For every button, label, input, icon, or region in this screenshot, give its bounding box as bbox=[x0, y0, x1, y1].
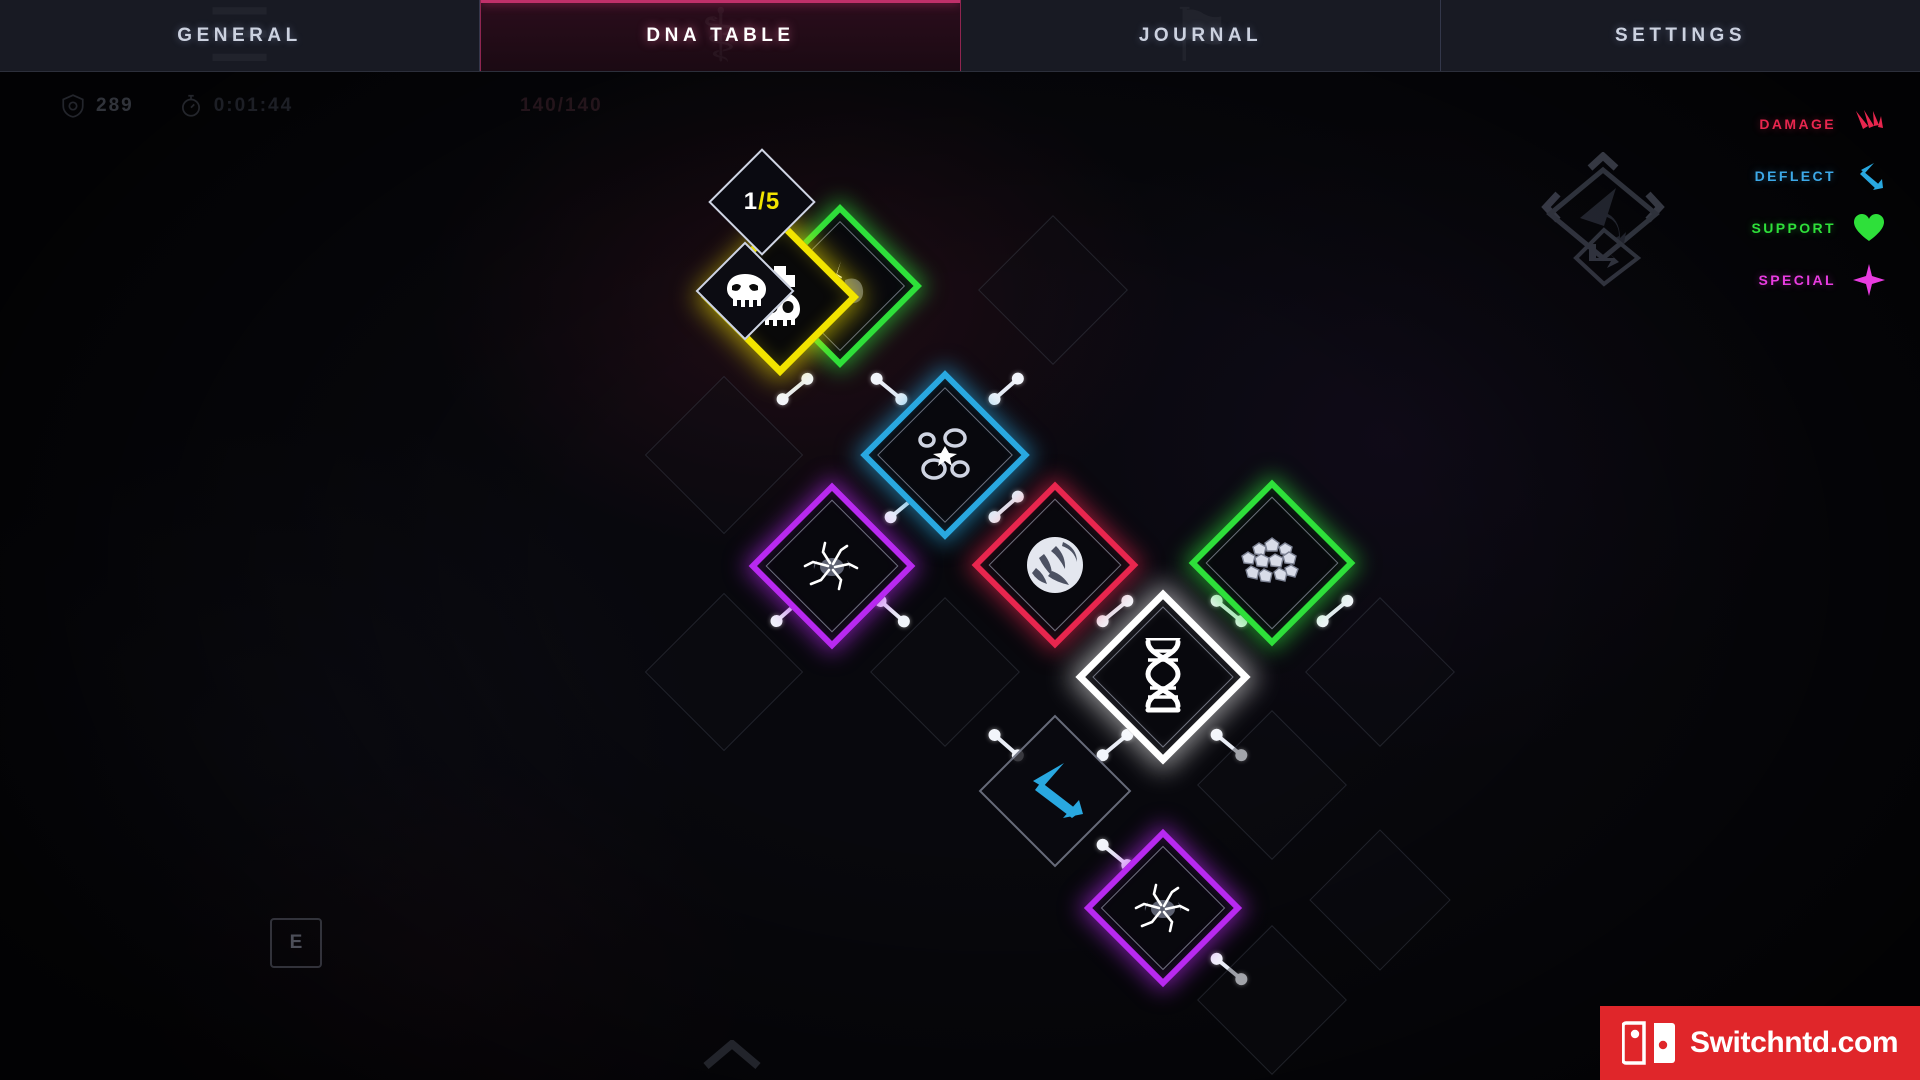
hud-health-value: 140/140 bbox=[520, 95, 603, 116]
tab-journal[interactable]: ⚑JOURNAL bbox=[961, 0, 1441, 71]
hud-timer: 0:01:44 bbox=[178, 93, 294, 119]
node-deflect-arrow[interactable] bbox=[978, 714, 1132, 868]
node-counter-text: 1/5 bbox=[726, 166, 798, 238]
hud-stats: 289 0:01:44 bbox=[60, 88, 293, 124]
hud-health: 140/140 bbox=[520, 88, 603, 124]
empty-node[interactable] bbox=[1197, 925, 1347, 1075]
node-link bbox=[774, 370, 816, 408]
category-legend: DAMAGE DEFLECT SUPPORT SPECIAL bbox=[1726, 98, 1886, 306]
legend-label: DAMAGE bbox=[1759, 116, 1836, 132]
damage-slash-icon bbox=[1852, 107, 1886, 141]
deflect-arrow-icon bbox=[1852, 159, 1886, 193]
empty-node[interactable] bbox=[1309, 829, 1451, 971]
special-spark-icon bbox=[1852, 263, 1886, 297]
counter-max: 5 bbox=[765, 188, 781, 215]
tab-label: SETTINGS bbox=[1614, 24, 1746, 46]
legend-row-special: SPECIAL bbox=[1726, 254, 1886, 306]
hex-dome-icon bbox=[1213, 504, 1331, 622]
tab-dna-table[interactable]: ⚕DNA TABLE bbox=[480, 0, 961, 71]
node-navigation-widget[interactable] bbox=[1528, 151, 1678, 292]
tab-active-indicator bbox=[481, 0, 960, 3]
watermark-text: Switchntd.com bbox=[1690, 1026, 1899, 1059]
tab-settings[interactable]: SETTINGS bbox=[1441, 0, 1920, 71]
stopwatch-icon bbox=[181, 94, 200, 117]
legend-row-deflect: DEFLECT bbox=[1726, 150, 1886, 202]
game-screen: ☰GENERAL⚕DNA TABLE⚑JOURNAL SETTINGS 289 0… bbox=[0, 0, 1920, 1080]
site-watermark: Switchntd.com bbox=[1600, 1006, 1920, 1080]
tab-general[interactable]: ☰GENERAL bbox=[0, 0, 480, 71]
skull-icon bbox=[712, 258, 778, 324]
legend-row-damage: DAMAGE bbox=[1726, 98, 1886, 150]
key-hint-label: E bbox=[289, 932, 303, 953]
hud-currency-value: 289 bbox=[96, 95, 134, 116]
node-frame bbox=[1197, 925, 1347, 1075]
tab-label: GENERAL bbox=[177, 24, 302, 46]
spore-burst-icon bbox=[885, 395, 1005, 515]
node-neuron-shock[interactable] bbox=[748, 482, 916, 650]
legend-label: SUPPORT bbox=[1751, 220, 1836, 236]
shield-currency-icon bbox=[62, 94, 84, 118]
tab-label: DNA TABLE bbox=[646, 24, 795, 46]
legend-row-support: SUPPORT bbox=[1726, 202, 1886, 254]
counter-current: 1 bbox=[743, 188, 759, 215]
neuron-shock-icon bbox=[773, 507, 891, 625]
hud-currency: 289 bbox=[60, 93, 134, 119]
nintendo-switch-icon bbox=[1622, 1021, 1676, 1065]
node-frame bbox=[978, 215, 1128, 365]
hud-timer-value: 0:01:44 bbox=[213, 95, 294, 116]
key-hint-e: E bbox=[270, 918, 322, 968]
tab-label: JOURNAL bbox=[1138, 24, 1263, 46]
claw-sphere-icon bbox=[996, 506, 1114, 624]
node-frame bbox=[1309, 829, 1451, 971]
legend-label: DEFLECT bbox=[1754, 168, 1836, 184]
legend-label: SPECIAL bbox=[1758, 272, 1836, 288]
counter-separator: / bbox=[758, 188, 766, 215]
dna-helix-icon bbox=[1101, 615, 1225, 739]
tab-bar: ☰GENERAL⚕DNA TABLE⚑JOURNAL SETTINGS bbox=[0, 0, 1920, 72]
node-crack-shock[interactable] bbox=[1083, 828, 1243, 988]
neuron-shock-icon bbox=[1107, 852, 1219, 964]
empty-node[interactable] bbox=[978, 215, 1128, 365]
support-heart-icon bbox=[1852, 211, 1886, 245]
deflect-arrow-icon bbox=[1001, 737, 1109, 845]
